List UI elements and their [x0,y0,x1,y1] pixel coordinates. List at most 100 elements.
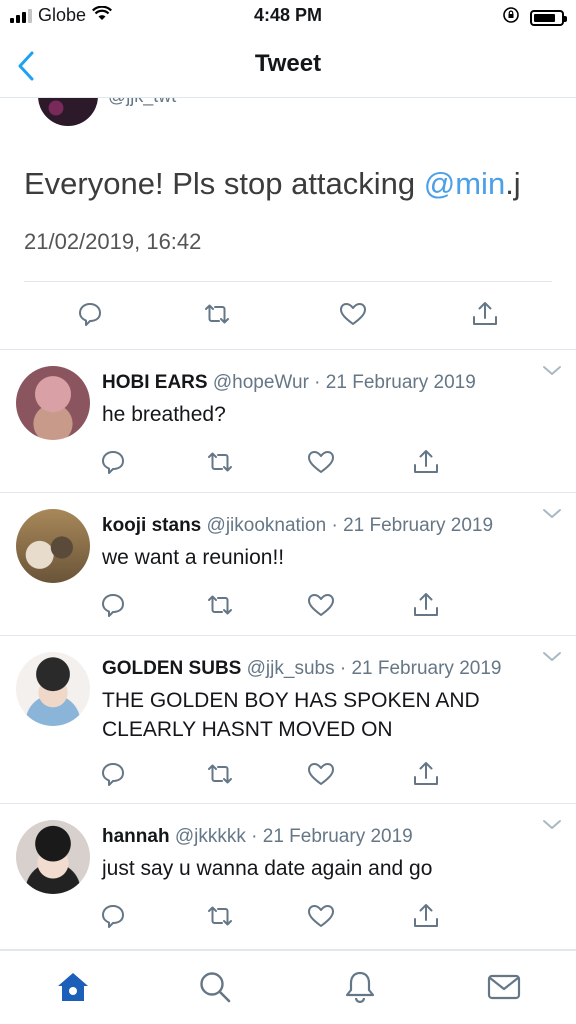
reply-button[interactable] [97,758,129,790]
tweet-text-body: Everyone! Pls stop attacking [24,166,424,201]
reply-item[interactable]: hannah @jkkkkk · 21 February 2019 just s… [0,804,576,950]
reply-actions [0,758,576,790]
reply-header: HOBI EARS @hopeWur · 21 February 2019 [102,372,476,394]
reply-text: he breathed? [102,403,226,426]
reply-author-name[interactable]: hannah [102,826,170,847]
more-options-button[interactable] [540,362,564,380]
reply-date: 21 February 2019 [343,515,494,536]
reply-icon [102,451,124,474]
like-button[interactable] [305,589,337,621]
separator: · [245,826,263,847]
share-button[interactable] [410,589,442,621]
tweet-text: Everyone! Pls stop attacking @min.j [24,166,521,202]
reply-actions [0,900,576,932]
status-time: 4:48 PM [253,5,323,25]
reply-button[interactable] [74,298,106,330]
share-button[interactable] [410,900,442,932]
reply-handle[interactable]: @hopeWur [213,372,309,393]
share-button[interactable] [469,298,501,330]
chevron-left-icon [18,51,34,81]
heart-icon [308,905,334,927]
more-options-button[interactable] [540,648,564,666]
reply-author-name[interactable]: kooji stans [102,515,201,536]
tab-home[interactable] [55,969,91,1005]
divider [24,281,552,282]
tweet-handle[interactable]: @jjk_twt [108,98,176,107]
retweet-button[interactable] [204,900,236,932]
chevron-down-icon [543,820,561,829]
reply-date: 21 February 2019 [325,372,476,393]
reply-text: just say u wanna date again and go [102,857,433,880]
more-options-button[interactable] [540,505,564,523]
status-bar: Globe 4:48 PM [0,0,576,34]
like-button[interactable] [337,298,369,330]
chevron-down-icon [543,652,561,661]
retweet-button[interactable] [204,589,236,621]
more-options-button[interactable] [540,816,564,834]
reply-actions [0,589,576,621]
reply-text: we want a reunion!! [102,546,285,569]
reply-header: kooji stans @jikooknation · 21 February … [102,515,493,537]
tab-notifications[interactable] [342,969,378,1005]
avatar[interactable] [38,98,98,126]
tweet-actions [0,298,576,330]
avatar[interactable] [16,652,90,726]
like-button[interactable] [305,758,337,790]
chevron-down-icon [543,366,561,375]
reply-handle[interactable]: @jikooknation [207,515,327,536]
tab-messages[interactable] [486,969,522,1005]
reply-header: hannah @jkkkkk · 21 February 2019 [102,826,413,848]
tweet-text-suffix: .j [505,166,521,201]
reply-handle[interactable]: @jjk_subs [247,658,335,679]
avatar[interactable] [16,820,90,894]
separator: · [326,515,344,536]
tweet-timestamp: 21/02/2019, 16:42 [24,229,202,254]
main-tweet: @jjk_twt Everyone! Pls stop attacking @m… [0,98,576,350]
reply-actions [0,446,576,478]
retweet-icon [208,595,232,615]
orientation-lock-icon [502,6,520,29]
share-icon [414,904,438,927]
heart-icon [308,763,334,785]
separator: · [308,372,326,393]
like-button[interactable] [305,446,337,478]
reply-icon [102,763,124,786]
reply-item[interactable]: kooji stans @jikooknation · 21 February … [0,493,576,636]
retweet-button[interactable] [204,758,236,790]
tweet-mention[interactable]: @min [424,166,505,201]
share-button[interactable] [410,446,442,478]
avatar[interactable] [16,366,90,440]
reply-item[interactable]: GOLDEN SUBS @jjk_subs · 21 February 2019… [0,636,576,804]
reply-button[interactable] [97,446,129,478]
reply-button[interactable] [97,589,129,621]
tab-search[interactable] [197,969,233,1005]
messages-icon [487,974,521,1000]
status-right [502,6,567,29]
reply-handle[interactable]: @jkkkkk [175,826,246,847]
retweet-button[interactable] [201,298,233,330]
share-icon [414,450,438,473]
retweet-icon [208,906,232,926]
search-icon [200,972,231,1003]
like-button[interactable] [305,900,337,932]
reply-date: 21 February 2019 [351,658,502,679]
retweet-button[interactable] [204,446,236,478]
reply-icon [102,594,124,617]
reply-author-name[interactable]: GOLDEN SUBS [102,658,241,679]
reply-icon [79,303,101,326]
notifications-icon [345,971,375,1004]
retweet-icon [205,304,229,324]
page-title: Tweet [254,50,322,77]
share-icon [414,593,438,616]
battery-icon [530,9,567,26]
tab-bar [0,950,576,1024]
avatar[interactable] [16,509,90,583]
reply-button[interactable] [97,900,129,932]
share-icon [473,302,497,325]
back-button[interactable] [8,46,44,86]
home-icon [58,973,88,1001]
reply-author-name[interactable]: HOBI EARS [102,372,208,393]
reply-item[interactable]: HOBI EARS @hopeWur · 21 February 2019 he… [0,350,576,493]
share-button[interactable] [410,758,442,790]
reply-date: 21 February 2019 [262,826,413,847]
